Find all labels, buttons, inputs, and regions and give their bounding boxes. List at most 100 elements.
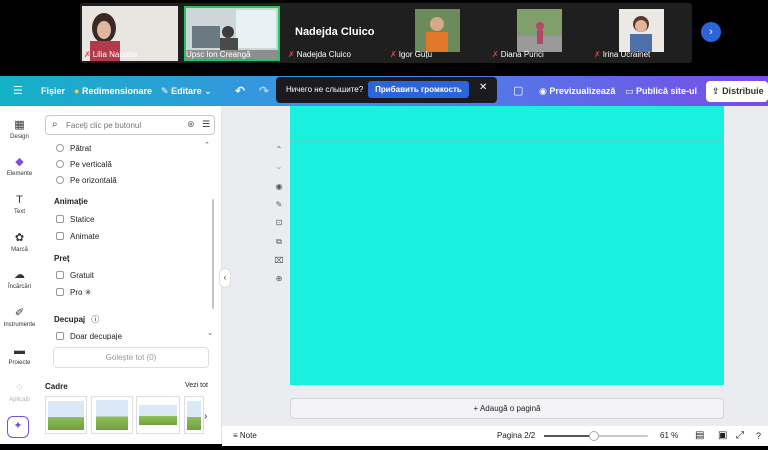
participant-tile[interactable]: ✗ Igor Guțu — [388, 6, 484, 61]
edit-dropdown[interactable]: ✎ Editare ⌄ — [161, 76, 212, 106]
cutout-only-option[interactable]: Doar decupaje — [56, 332, 122, 340]
info-icon[interactable]: ⓘ — [91, 315, 99, 324]
mic-off-icon: ✗ — [492, 50, 499, 59]
see-all-link[interactable]: Vezi tot — [185, 382, 208, 389]
page-guide-line — [290, 140, 724, 141]
rail-text[interactable]: T Text — [0, 193, 39, 215]
edit-icon[interactable]: ✎ — [273, 200, 285, 209]
share-button[interactable]: ⇪ Distribuie — [706, 81, 768, 102]
participant-name: Irina Ucrainet — [602, 50, 651, 59]
brand-icon: ✿ — [14, 232, 25, 244]
increase-volume-button[interactable]: Прибавить громкость — [368, 81, 469, 98]
participant-tile[interactable]: ✗ Irina Ucrainet — [592, 6, 688, 61]
preview-button[interactable]: ◉ Previzualizează — [539, 76, 615, 106]
crown-icon: ● — [74, 86, 80, 96]
hamburger-icon[interactable]: ☰ — [13, 76, 23, 106]
search-input[interactable] — [66, 119, 184, 132]
price-pro-option[interactable]: Pro ✳ — [56, 288, 91, 297]
price-free-option[interactable]: Gratuit — [56, 271, 94, 280]
collapse-panel-button[interactable]: ‹ — [219, 268, 231, 288]
pages-icon[interactable]: ▣ — [718, 426, 727, 446]
frame-thumbnail[interactable] — [45, 396, 87, 434]
zoom-slider-handle[interactable] — [589, 431, 599, 441]
close-icon[interactable]: ✕ — [479, 82, 487, 93]
chevron-right-icon[interactable]: › — [204, 411, 207, 422]
undo-icon[interactable]: ↶ — [235, 76, 245, 106]
rail-apps[interactable]: ⁘ Aplicații — [0, 381, 39, 403]
participant-name: Upsc Ion Creangă — [186, 50, 251, 59]
audio-notice-text: Ничего не слышите? — [286, 85, 364, 94]
file-menu[interactable]: Fișier — [41, 76, 65, 106]
eye-icon[interactable]: ◉ — [273, 182, 285, 191]
chevron-left-icon: ‹ — [223, 273, 227, 282]
screen: ✗ Lilia Nahaba Upsc Ion Creangă Nadejda C… — [0, 0, 768, 450]
scroll-up-icon[interactable]: ⌃ — [204, 141, 210, 149]
zoom-slider-fill — [544, 435, 594, 437]
shapes-icon: ◆ — [15, 156, 24, 168]
fullscreen-icon[interactable]: ⤢ — [736, 426, 744, 446]
frame-thumbnail[interactable] — [91, 396, 133, 434]
redo-icon[interactable]: ↷ — [259, 76, 269, 106]
resize-button[interactable]: ● Redimensionare — [74, 76, 152, 106]
page-indicator: Pagina 2/2 — [497, 431, 536, 440]
magic-sparkle-button[interactable]: ✦ — [7, 416, 29, 438]
duplicate-icon[interactable]: ⧉ — [273, 237, 285, 247]
audio-notice: Ничего не слышите? Прибавить громкость ✕ — [276, 77, 497, 103]
animation-animated-option[interactable]: Animate — [56, 232, 99, 241]
rail-elements[interactable]: ◆ Elemente — [0, 155, 39, 177]
chevron-up-icon[interactable]: ⌃ — [273, 145, 285, 154]
orientation-horizontal-option[interactable]: Pe orizontală — [56, 176, 117, 185]
orientation-square-option[interactable]: Pătrat — [56, 144, 91, 153]
participant-name: Lilia Nahaba — [92, 50, 138, 59]
left-rail: ▦ Design ◆ Elemente T Text ✿ Marcă ☁ Încărcăr… — [0, 106, 39, 444]
lock-icon[interactable]: ⊡ — [273, 218, 285, 227]
radio-icon — [56, 176, 64, 184]
chevron-right-icon: › — [709, 26, 713, 38]
price-heading: Preț — [54, 254, 70, 263]
zoom-slider[interactable] — [544, 431, 648, 441]
rail-tools[interactable]: ✐ Instrumente — [0, 306, 39, 328]
next-participants-button[interactable]: › — [701, 22, 721, 42]
add-page-button[interactable]: + Adaugă o pagină — [290, 398, 724, 419]
rail-brand[interactable]: ✿ Marcă — [0, 231, 39, 253]
tools-icon: ✐ — [14, 307, 25, 319]
comment-icon[interactable]: ▢ — [513, 76, 523, 106]
search-bar: ⌕ ⊗ ☰ — [45, 115, 215, 135]
chevron-down-icon: ⌄ — [204, 86, 212, 96]
trash-icon[interactable]: ⌧ — [273, 256, 285, 265]
publish-site-button[interactable]: ▭ Publică site-ul — [625, 76, 697, 106]
frames-heading: Cadre — [45, 382, 68, 391]
add-icon[interactable]: ⊕ — [273, 274, 285, 283]
apps-icon: ⁘ — [14, 382, 25, 394]
participant-tile[interactable]: ✗ Nadejda Cluico — [286, 6, 382, 61]
upload-icon: ☁ — [14, 269, 25, 281]
animation-static-option[interactable]: Statice — [56, 215, 94, 224]
rail-uploads[interactable]: ☁ Încărcări — [0, 268, 39, 290]
rail-design[interactable]: ▦ Design — [0, 118, 39, 140]
scroll-down-icon[interactable]: ⌄ — [207, 329, 213, 337]
zoom-level[interactable]: 61 % — [660, 426, 678, 446]
design-page[interactable] — [290, 106, 724, 385]
grid-view-icon[interactable]: ▤ — [695, 426, 704, 446]
pencil-icon: ✎ — [161, 86, 169, 96]
frame-thumbnail[interactable] — [136, 396, 180, 434]
clear-all-button[interactable]: Golește tot (0) — [53, 347, 209, 368]
frame-thumbnail[interactable] — [184, 396, 204, 434]
help-icon[interactable]: ? — [756, 426, 761, 446]
filter-icon[interactable]: ☰ — [202, 119, 210, 130]
chevron-down-icon[interactable]: ⌄ — [273, 162, 285, 171]
monitor-icon: ▭ — [625, 86, 634, 96]
panel-scrollbar[interactable] — [212, 199, 214, 309]
notes-button[interactable]: ≡ Note — [233, 426, 257, 446]
radio-icon — [56, 144, 64, 152]
radio-icon — [56, 160, 64, 168]
mic-off-icon: ✗ — [84, 50, 91, 59]
rail-projects[interactable]: ▬ Proiecte — [0, 344, 39, 366]
orientation-vertical-option[interactable]: Pe verticală — [56, 160, 112, 169]
checkbox-icon — [56, 288, 64, 296]
participant-tile[interactable]: Upsc Ion Creangă — [184, 6, 280, 61]
participant-tile[interactable]: ✗ Diana Purici — [490, 6, 586, 61]
participant-tile[interactable]: ✗ Lilia Nahaba — [82, 6, 178, 61]
clear-icon[interactable]: ⊗ — [187, 119, 195, 130]
mic-off-icon: ✗ — [594, 50, 601, 59]
